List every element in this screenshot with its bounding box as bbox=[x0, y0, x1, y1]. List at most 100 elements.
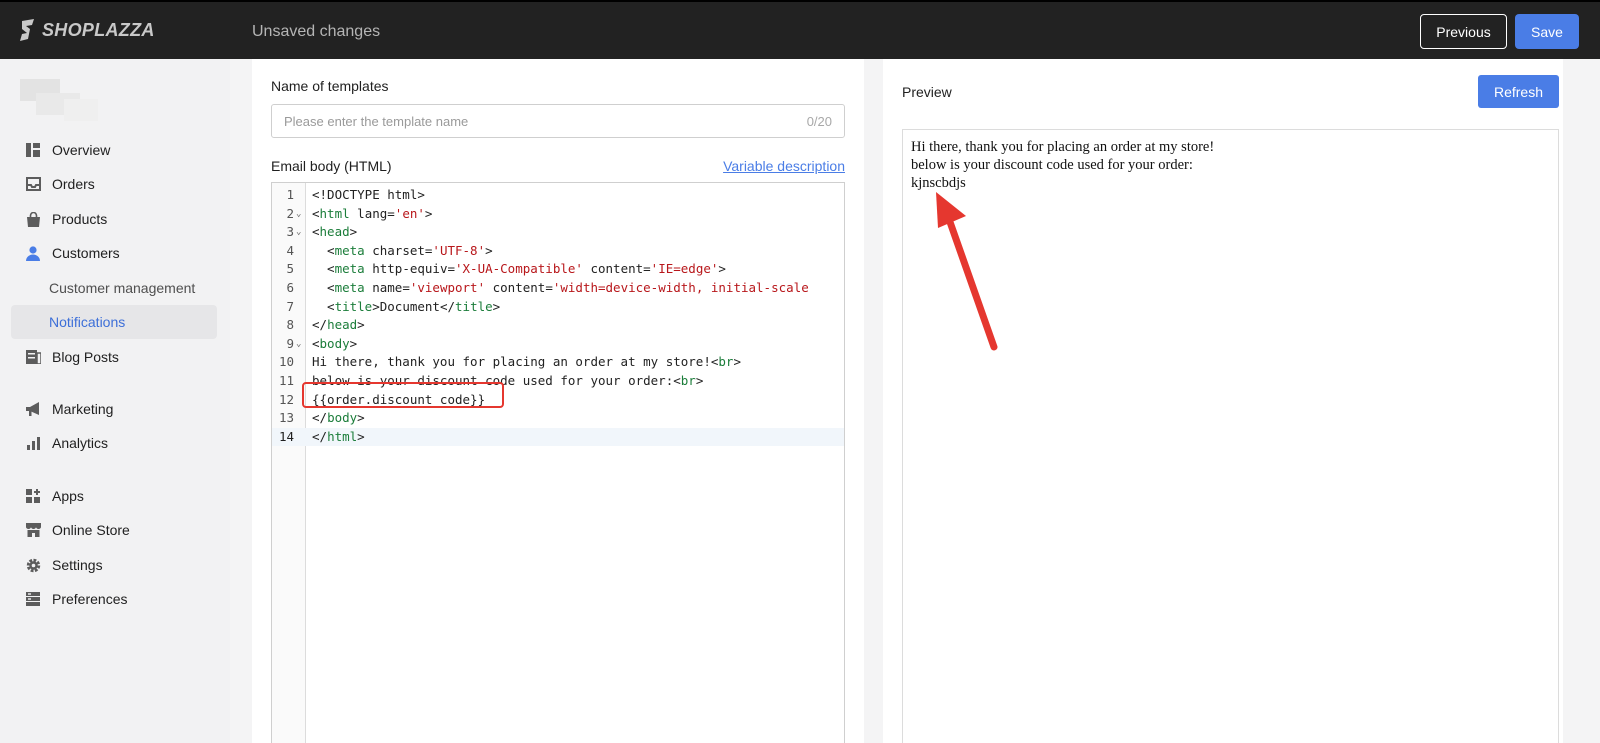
sidebar-item-label: Orders bbox=[52, 176, 95, 192]
line-number: 2 bbox=[286, 205, 294, 221]
line-number: 3 bbox=[286, 224, 294, 240]
template-name-label: Name of templates bbox=[271, 78, 389, 94]
annotation-highlight-box bbox=[302, 382, 504, 408]
line-number: 11 bbox=[278, 373, 294, 388]
code-text: <head> bbox=[312, 224, 358, 240]
line-number: 7 bbox=[286, 298, 294, 314]
line-number: 13 bbox=[278, 410, 294, 426]
code-text: <meta charset='UTF-8'> bbox=[312, 242, 493, 258]
save-button[interactable]: Save bbox=[1515, 14, 1579, 49]
html-code-editor[interactable]: 1 <!DOCTYPE html> 2 ⌄ <html lang='en'> 3… bbox=[271, 182, 845, 743]
sidebar-item-label: Preferences bbox=[52, 591, 128, 607]
bag-icon bbox=[24, 210, 42, 228]
sidebar-item-apps[interactable]: Apps bbox=[11, 479, 217, 513]
preview-line: below is your discount code used for you… bbox=[911, 157, 1193, 173]
top-bar: SHOPLAZZA Unsaved changes Previous Save bbox=[0, 0, 1600, 59]
code-text: <title>Document</title> bbox=[312, 298, 501, 314]
code-line[interactable]: 10 Hi there, thank you for placing an or… bbox=[272, 353, 844, 372]
code-text: </body> bbox=[312, 410, 365, 426]
email-body-label: Email body (HTML) bbox=[271, 158, 392, 174]
code-line[interactable]: 1 <!DOCTYPE html> bbox=[272, 186, 844, 205]
unsaved-status: Unsaved changes bbox=[252, 23, 381, 40]
sidebar-item-blog-posts[interactable]: Blog Posts bbox=[11, 340, 217, 374]
person-icon bbox=[24, 244, 42, 262]
code-line[interactable]: 3 ⌄ <head> bbox=[272, 223, 844, 242]
code-line[interactable]: 9 ⌄ <body> bbox=[272, 335, 844, 354]
apps-icon bbox=[24, 487, 42, 505]
sidebar-item-label: Customer management bbox=[49, 280, 196, 296]
line-number: 8 bbox=[286, 317, 294, 333]
sidebar-item-label: Overview bbox=[52, 142, 111, 158]
code-text: </html> bbox=[312, 428, 365, 444]
code-line[interactable]: 4 <meta charset='UTF-8'> bbox=[272, 242, 844, 261]
code-text: <html lang='en'> bbox=[312, 205, 433, 221]
megaphone-icon bbox=[24, 400, 42, 418]
line-number: 1 bbox=[286, 187, 294, 202]
line-number: 4 bbox=[286, 242, 294, 258]
sidebar-item-preferences[interactable]: Preferences bbox=[11, 582, 217, 616]
annotation-arrow-icon bbox=[936, 192, 998, 351]
bar-chart-icon bbox=[24, 434, 42, 452]
template-name-input[interactable] bbox=[272, 105, 782, 137]
code-text: <!DOCTYPE html> bbox=[312, 187, 425, 202]
code-line[interactable]: 8 </head> bbox=[272, 316, 844, 335]
sidebar-item-label: Settings bbox=[52, 557, 103, 573]
sidebar-item-settings[interactable]: Settings bbox=[11, 548, 217, 582]
code-text: <meta http-equiv='X-UA-Compatible' conte… bbox=[312, 261, 726, 277]
sidebar-item-customers[interactable]: Customers bbox=[11, 236, 217, 270]
code-text: </head> bbox=[312, 317, 365, 333]
sidebar-item-label: Notifications bbox=[49, 314, 126, 330]
sidebar-item-customer-management[interactable]: Customer management bbox=[11, 271, 217, 305]
line-number: 5 bbox=[286, 261, 294, 277]
sidebar-item-label: Online Store bbox=[52, 522, 130, 538]
brand-logo[interactable]: SHOPLAZZA bbox=[18, 19, 155, 41]
preview-card: Preview Refresh Hi there, thank you for … bbox=[883, 59, 1563, 743]
variable-description-link[interactable]: Variable description bbox=[723, 158, 845, 174]
line-number: 14 bbox=[278, 428, 294, 444]
template-name-field: 0/20 bbox=[271, 104, 845, 138]
char-counter: 0/20 bbox=[806, 114, 832, 129]
sidebar-item-products[interactable]: Products bbox=[11, 202, 217, 236]
line-number: 12 bbox=[278, 391, 294, 407]
sidebar: Overview Orders Products Customers Custo… bbox=[0, 59, 230, 743]
code-text: <body> bbox=[312, 335, 358, 351]
sidebar-item-overview[interactable]: Overview bbox=[11, 133, 217, 167]
fold-chevron-icon[interactable]: ⌄ bbox=[296, 205, 301, 224]
code-text: <meta name='viewport' content='width=dev… bbox=[312, 280, 809, 295]
preview-discount-code: kjnscbdjs bbox=[911, 175, 966, 191]
sidebar-item-label: Blog Posts bbox=[52, 349, 119, 365]
refresh-button[interactable]: Refresh bbox=[1478, 75, 1559, 108]
sidebar-item-label: Apps bbox=[52, 488, 84, 504]
code-line[interactable]: 6 <meta name='viewport' content='width=d… bbox=[272, 279, 844, 298]
code-line[interactable]: 2 ⌄ <html lang='en'> bbox=[272, 205, 844, 224]
previous-button[interactable]: Previous bbox=[1420, 14, 1507, 49]
preview-label: Preview bbox=[902, 84, 952, 100]
shoplazza-logo-icon bbox=[20, 19, 34, 41]
code-line[interactable]: 7 <title>Document</title> bbox=[272, 298, 844, 317]
preferences-icon bbox=[24, 590, 42, 608]
fold-chevron-icon[interactable]: ⌄ bbox=[296, 335, 301, 354]
sidebar-item-marketing[interactable]: Marketing bbox=[11, 392, 217, 426]
overview-icon bbox=[24, 141, 42, 159]
sidebar-item-analytics[interactable]: Analytics bbox=[11, 426, 217, 460]
sidebar-item-label: Products bbox=[52, 211, 108, 227]
sidebar-item-label: Marketing bbox=[52, 401, 114, 417]
inbox-icon bbox=[24, 175, 42, 193]
sidebar-item-notifications[interactable]: Notifications bbox=[11, 305, 217, 339]
store-icon bbox=[24, 521, 42, 539]
code-line[interactable]: 5 <meta http-equiv='X-UA-Compatible' con… bbox=[272, 260, 844, 279]
brand-name: SHOPLAZZA bbox=[42, 19, 155, 40]
code-line-current[interactable]: 14 </html> bbox=[272, 427, 844, 447]
sidebar-item-label: Customers bbox=[52, 245, 120, 261]
preview-line: Hi there, thank you for placing an order… bbox=[911, 139, 1215, 155]
line-number: 10 bbox=[278, 354, 294, 370]
code-line[interactable]: 13 </body> bbox=[272, 409, 844, 428]
line-number: 6 bbox=[286, 280, 294, 295]
sidebar-item-orders[interactable]: Orders bbox=[11, 167, 217, 201]
gear-icon bbox=[24, 556, 42, 574]
line-number: 9 bbox=[286, 335, 294, 351]
fold-chevron-icon[interactable]: ⌄ bbox=[296, 223, 301, 242]
sidebar-item-online-store[interactable]: Online Store bbox=[11, 513, 217, 547]
store-avatar[interactable] bbox=[20, 79, 98, 121]
blog-icon bbox=[24, 348, 42, 366]
